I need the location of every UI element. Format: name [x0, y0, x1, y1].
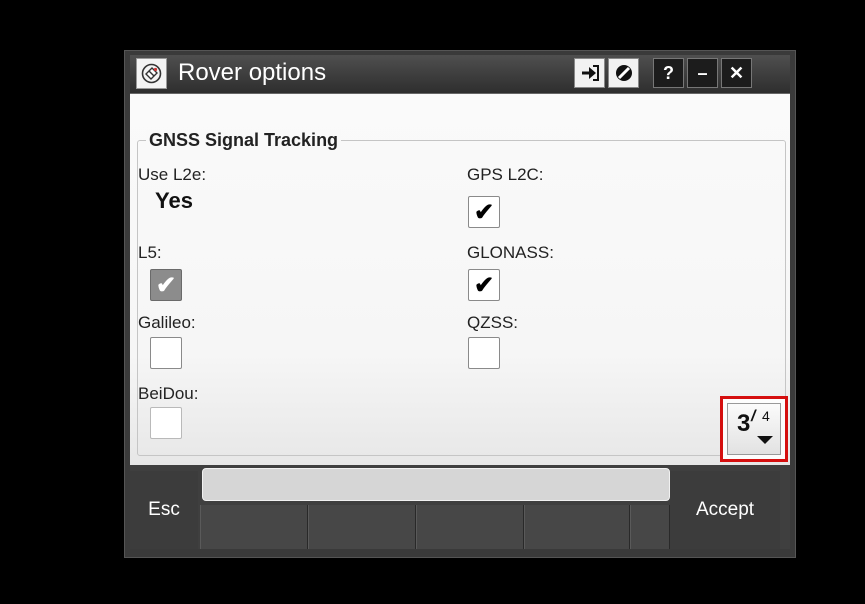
glonass-label: GLONASS: [467, 243, 554, 262]
check-icon: ✔ [155, 272, 177, 299]
check-icon: ✔ [473, 272, 495, 299]
page-indicator-face: 3 / 4 [727, 403, 781, 455]
use-l2e-label: Use L2e: [138, 165, 207, 184]
soft-key-1[interactable] [200, 505, 308, 549]
minimize-label: – [697, 63, 708, 83]
page-total: 4 [762, 408, 770, 424]
satellite-icon [136, 58, 167, 89]
check-icon: ✔ [473, 199, 495, 226]
esc-button[interactable]: Esc [130, 471, 198, 549]
accept-button[interactable]: Accept [670, 471, 780, 549]
options-panel: GNSS Signal Tracking Use L2e: Yes L5: ✔ … [130, 94, 790, 465]
beidou-checkbox[interactable] [150, 407, 182, 439]
galileo-label: Galileo: [138, 313, 196, 332]
chevron-down-icon [757, 436, 773, 444]
gps-l2c-checkbox[interactable]: ✔ [468, 196, 500, 228]
minimize-icon[interactable]: – [687, 58, 718, 88]
status-input-bar[interactable] [202, 468, 670, 501]
gps-l2c-label: GPS L2C: [467, 165, 544, 184]
help-label: ? [663, 63, 674, 83]
title-bar: Rover options ? – ✕ [130, 55, 790, 94]
qzss-checkbox[interactable] [468, 337, 500, 369]
beidou-label: BeiDou: [138, 384, 199, 403]
group-title: GNSS Signal Tracking [146, 130, 342, 151]
soft-key-3[interactable] [416, 505, 524, 549]
close-icon[interactable]: ✕ [721, 58, 752, 88]
glonass-checkbox[interactable]: ✔ [468, 269, 500, 301]
page-separator: / [751, 408, 756, 425]
galileo-checkbox[interactable] [150, 337, 182, 369]
qzss-label: QZSS: [467, 313, 519, 332]
gnss-group-box [137, 140, 786, 456]
login-arrow-icon[interactable] [574, 58, 605, 88]
help-icon[interactable]: ? [653, 58, 684, 88]
soft-key-5[interactable] [630, 505, 670, 549]
use-l2e-value[interactable]: Yes [155, 188, 193, 214]
l5-label: L5: [138, 243, 162, 262]
soft-key-bar: Esc Accept [130, 465, 790, 549]
window-title: Rover options [178, 59, 327, 86]
soft-key-2[interactable] [308, 505, 416, 549]
l5-checkbox[interactable]: ✔ [150, 269, 182, 301]
close-label: ✕ [728, 63, 745, 83]
page-indicator-button[interactable]: 3 / 4 [720, 396, 788, 462]
page-current: 3 [737, 410, 751, 437]
soft-key-4[interactable] [524, 505, 630, 549]
no-entry-icon[interactable] [608, 58, 639, 88]
